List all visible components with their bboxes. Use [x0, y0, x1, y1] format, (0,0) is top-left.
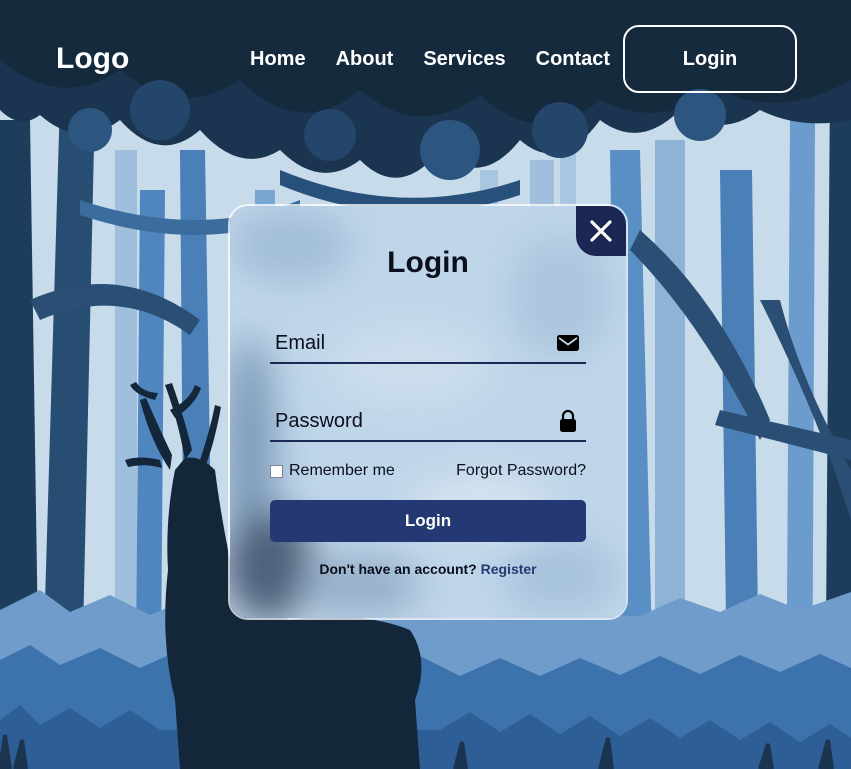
- login-title: Login: [387, 246, 469, 279]
- main-nav: Home About Services Contact: [250, 48, 610, 71]
- nav-link-contact[interactable]: Contact: [536, 48, 610, 71]
- email-input[interactable]: [270, 324, 555, 362]
- forgot-password-link[interactable]: Forgot Password?: [456, 462, 586, 480]
- header-login-button[interactable]: Login: [623, 25, 797, 93]
- site-logo[interactable]: Logo: [56, 42, 129, 76]
- nav-link-services[interactable]: Services: [423, 48, 505, 71]
- nav-link-about[interactable]: About: [336, 48, 394, 71]
- remember-me-label: Remember me: [289, 462, 395, 479]
- mail-icon: [557, 335, 579, 351]
- register-link[interactable]: Register: [481, 561, 537, 577]
- login-card: Login Remember me Forgot Password? Login…: [228, 204, 628, 620]
- remember-me-checkbox[interactable]: [270, 464, 283, 478]
- remember-me: Remember me: [270, 462, 395, 480]
- register-prompt: Don't have an account? Register: [230, 561, 626, 577]
- password-field-group: [270, 402, 586, 442]
- register-prompt-text: Don't have an account?: [319, 561, 477, 577]
- nav-link-home[interactable]: Home: [250, 48, 306, 71]
- lock-icon: [560, 409, 576, 432]
- login-submit-button[interactable]: Login: [270, 500, 586, 542]
- password-input[interactable]: [270, 402, 555, 440]
- email-field-group: [270, 324, 586, 364]
- close-icon: [590, 220, 612, 242]
